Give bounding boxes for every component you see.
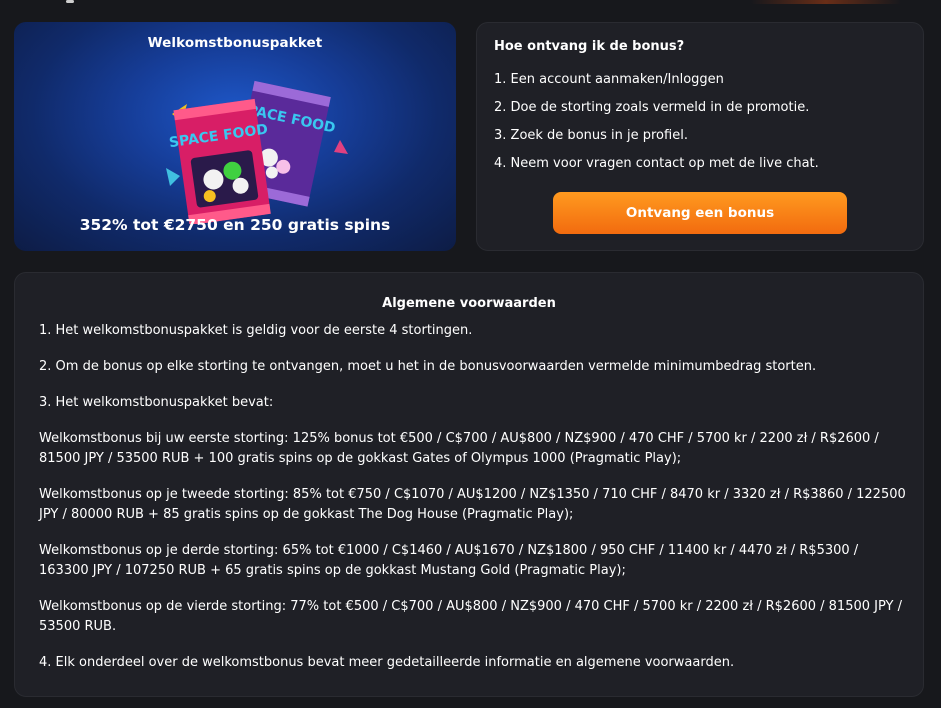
terms-paragraph: 4. Elk onderdeel over de welkomstbonus b… xyxy=(39,655,735,670)
how-to-step: 2. Doe de storting zoals vermeld in de p… xyxy=(494,100,810,115)
how-to-card: Hoe ontvang ik de bonus? 1. Een account … xyxy=(476,22,924,251)
how-to-steps-list: 1. Een account aanmaken/Inloggen 2. Doe … xyxy=(494,66,819,178)
header-fragment xyxy=(66,0,74,3)
header-button-glow xyxy=(751,0,901,4)
terms-paragraph: 2. Om de bonus op elke storting te ontva… xyxy=(39,359,817,374)
terms-paragraph: Welkomstbonus op je derde storting: 65% … xyxy=(39,543,859,578)
terms-paragraph: Welkomstbonus bij uw eerste storting: 12… xyxy=(39,431,879,466)
terms-paragraph: 1. Het welkomstbonuspakket is geldig voo… xyxy=(39,323,473,338)
how-to-step: 3. Zoek de bonus in je profiel. xyxy=(494,128,688,143)
how-to-step: 1. Een account aanmaken/Inloggen xyxy=(494,72,724,87)
promo-title: Welkomstbonuspakket xyxy=(147,35,323,51)
terms-paragraph: 3. Het welkomstbonuspakket bevat: xyxy=(39,395,274,410)
how-to-step: 4. Neem voor vragen contact op met de li… xyxy=(494,156,819,171)
terms-body: 1. Het welkomstbonuspakket is geldig voo… xyxy=(39,321,909,689)
promo-offer-text: 352% tot €2750 en 250 gratis spins xyxy=(79,216,391,234)
space-food-bags-image: SPACE FOOD SPACE FOOD xyxy=(166,80,348,224)
terms-paragraph: Welkomstbonus op de vierde storting: 77%… xyxy=(39,599,902,634)
get-bonus-button[interactable]: Ontvang een bonus xyxy=(553,192,847,234)
terms-card: Algemene voorwaarden 1. Het welkomstbonu… xyxy=(14,272,924,697)
top-strip xyxy=(0,0,941,10)
terms-title: Algemene voorwaarden xyxy=(382,296,556,311)
how-to-title: Hoe ontvang ik de bonus? xyxy=(494,39,685,54)
promo-card: Welkomstbonuspakket SPACE FOOD SPACE FOO… xyxy=(14,22,456,251)
terms-paragraph: Welkomstbonus op je tweede storting: 85%… xyxy=(39,487,906,522)
